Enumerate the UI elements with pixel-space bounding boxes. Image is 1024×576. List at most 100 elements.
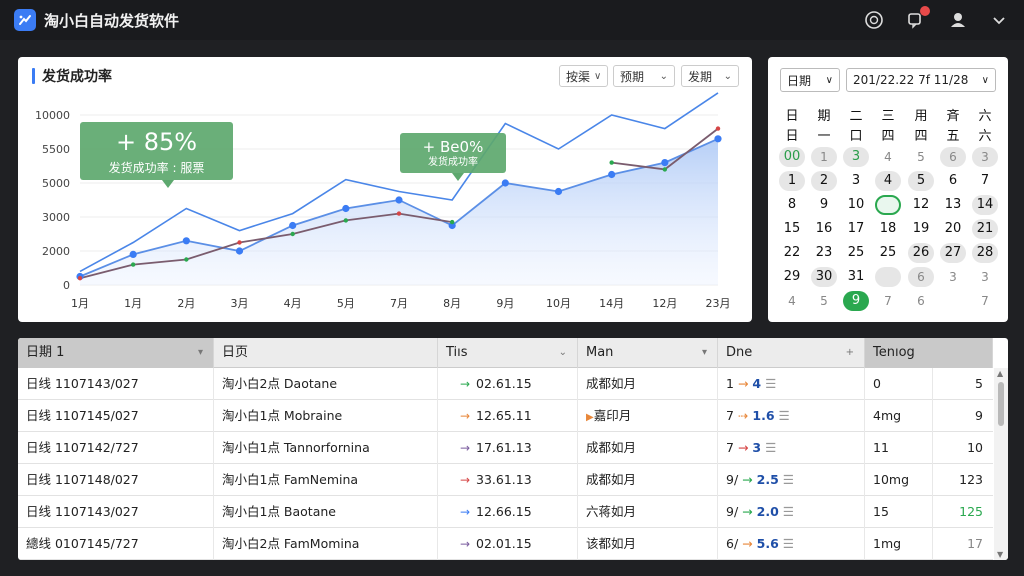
calendar-day[interactable]: 25 — [875, 243, 901, 263]
calendar-day[interactable]: 28 — [972, 243, 998, 263]
chevron-down-icon[interactable] — [988, 9, 1010, 31]
cell-dne: 7 ⇢ 1.6 ☰ — [718, 400, 865, 432]
column-header-date[interactable]: 日期 1 ▾ — [18, 338, 214, 368]
calendar-day[interactable]: 15 — [779, 219, 805, 239]
scroll-down-icon[interactable]: ▼ — [997, 550, 1003, 559]
calendar-day[interactable]: 4 — [779, 291, 805, 311]
man-value: 成都如月 — [586, 376, 637, 391]
calendar-day[interactable]: 3 — [972, 267, 998, 287]
calendar-day[interactable]: 3 — [972, 147, 998, 167]
weekday-header: 三 — [881, 109, 895, 124]
calendar-day[interactable]: 3 — [843, 171, 869, 191]
status-marker: ▶ — [586, 412, 594, 423]
table-row[interactable]: 日线 1107145/027 淘小白1点 Mobraine → 12.65.11 ▶嘉印… — [18, 400, 993, 432]
x-tick-label: 10月 — [546, 297, 571, 310]
cell-page: 淘小白2点 Daotane — [214, 368, 438, 400]
calendar-day[interactable]: 14 — [972, 195, 998, 215]
y-tick-label: 3000 — [42, 211, 70, 224]
x-tick-label: 5月 — [337, 297, 355, 310]
table-row[interactable]: 總线 0107145/727 淘小白2点 FamMomina → 02.01.15 该都… — [18, 528, 993, 560]
time-value: 02.61.15 — [476, 376, 532, 391]
scroll-up-icon[interactable]: ▲ — [997, 369, 1003, 378]
weekday-header: 四 — [881, 129, 895, 144]
list-icon: ☰ — [782, 504, 794, 519]
scrollbar-thumb[interactable] — [998, 382, 1004, 426]
column-header-man[interactable]: Man ▾ — [578, 338, 718, 368]
calendar-day[interactable]: 21 — [972, 219, 998, 239]
calendar-day[interactable]: 23 — [811, 243, 837, 263]
calendar-day[interactable]: 5 — [908, 147, 934, 167]
x-tick-label: 14月 — [599, 297, 624, 310]
calendar-day[interactable]: 29 — [779, 267, 805, 287]
calendar-day[interactable]: 20 — [940, 219, 966, 239]
table-header: 日期 1 ▾ 日页 Tiıs ⌄ Man ▾ Dne + Tenıog — [18, 338, 993, 368]
calendar-day[interactable]: 3 — [940, 267, 966, 287]
calendar-day[interactable]: 7 — [972, 291, 998, 311]
calendar-day[interactable]: 25 — [843, 243, 869, 263]
calendar-day[interactable]: 18 — [875, 219, 901, 239]
time-value: 17.61.13 — [476, 440, 532, 455]
table-row[interactable]: 日线 1107143/027 淘小白1点 Baotane → 12.66.15 六蒋如月… — [18, 496, 993, 528]
calendar-day[interactable]: 19 — [908, 219, 934, 239]
table-row[interactable]: 日线 1107143/027 淘小白2点 Daotane → 02.61.15 成都如月… — [18, 368, 993, 400]
column-header-tenıog[interactable]: Tenıog — [865, 338, 993, 368]
calendar-day[interactable]: 17 — [843, 219, 869, 239]
calendar-day[interactable] — [940, 291, 966, 311]
trend-arrow-icon: → — [460, 473, 471, 487]
calendar-day[interactable] — [875, 267, 901, 287]
weekday-header: 日 — [785, 109, 799, 124]
calendar-day[interactable]: 2 — [811, 171, 837, 191]
calendar-day[interactable]: 4 — [875, 171, 901, 191]
calendar-range-select[interactable]: 201/22.22 7f 11/28 ∨ — [846, 68, 996, 92]
sort-icon: ▾ — [197, 347, 203, 358]
calendar-day[interactable]: 22 — [779, 243, 805, 263]
calendar-day[interactable]: 6 — [908, 267, 934, 287]
calendar-day[interactable]: 27 — [940, 243, 966, 263]
calendar-day[interactable]: 6 — [940, 147, 966, 167]
calendar-day[interactable]: 8 — [779, 195, 805, 215]
data-point — [129, 250, 137, 258]
calendar-day[interactable]: 7 — [972, 171, 998, 191]
header-label: Dne — [726, 345, 753, 360]
table-scrollbar[interactable]: ▲ ▼ — [994, 368, 1008, 560]
weekday-header: 六 — [978, 109, 992, 124]
calendar-day[interactable]: 9 — [811, 195, 837, 215]
table-row[interactable]: 日线 1107142/727 淘小白1点 Tannorfornina → 17.61.… — [18, 432, 993, 464]
column-header-dne[interactable]: Dne + — [718, 338, 865, 368]
chart-panel: 发货成功率 按渠 ∨ 预期 ⌄ 发期 ⌄ 10000 5500 5000 3000 2000 0… — [18, 57, 752, 322]
calendar-day[interactable]: 16 — [811, 219, 837, 239]
calendar-day[interactable]: 13 — [940, 195, 966, 215]
annotation-value: + 85% — [116, 128, 197, 156]
user-icon[interactable] — [947, 9, 969, 31]
calendar-day[interactable]: 30 — [811, 267, 837, 287]
column-header-page[interactable]: 日页 — [214, 338, 438, 368]
calendar-day[interactable]: 3 — [843, 147, 869, 167]
table-row[interactable]: 日线 1107148/027 淘小白1点 FamNemina → 33.61.13 成都… — [18, 464, 993, 496]
calendar-day[interactable]: 5 — [908, 171, 934, 191]
calendar-day[interactable]: 9 — [843, 291, 869, 311]
calendar-day[interactable]: 4 — [875, 147, 901, 167]
calendar-day[interactable]: 12 — [908, 195, 934, 215]
data-point — [342, 204, 350, 213]
calendar-day[interactable]: 6 — [940, 171, 966, 191]
calendar-day[interactable]: 31 — [843, 267, 869, 287]
help-icon[interactable] — [863, 9, 885, 31]
annotation-value: + Be0% — [423, 138, 484, 156]
calendar-day[interactable]: 7 — [875, 291, 901, 311]
calendar-day[interactable]: 00 — [779, 147, 805, 167]
calendar-day[interactable]: 10 — [843, 195, 869, 215]
calendar-day[interactable]: 26 — [908, 243, 934, 263]
calendar-day[interactable] — [875, 195, 901, 215]
calendar-day[interactable]: 1 — [811, 147, 837, 167]
data-point — [661, 159, 669, 167]
cell-man: ▶嘉印月 — [578, 400, 718, 432]
calendar-day[interactable]: 1 — [779, 171, 805, 191]
trend-arrow-icon: → — [460, 505, 471, 519]
x-tick-label: 23月 — [706, 297, 731, 310]
calendar-day[interactable]: 5 — [811, 291, 837, 311]
data-point — [609, 160, 614, 165]
calendar-unit-select[interactable]: 日期 ∨ — [780, 68, 840, 92]
line-chart: 10000550050003000200001月 1月 2月 3月 4月 5月 7月 8月 9月… — [35, 92, 731, 310]
calendar-day[interactable]: 6 — [908, 291, 934, 311]
column-header-time[interactable]: Tiıs ⌄ — [438, 338, 578, 368]
